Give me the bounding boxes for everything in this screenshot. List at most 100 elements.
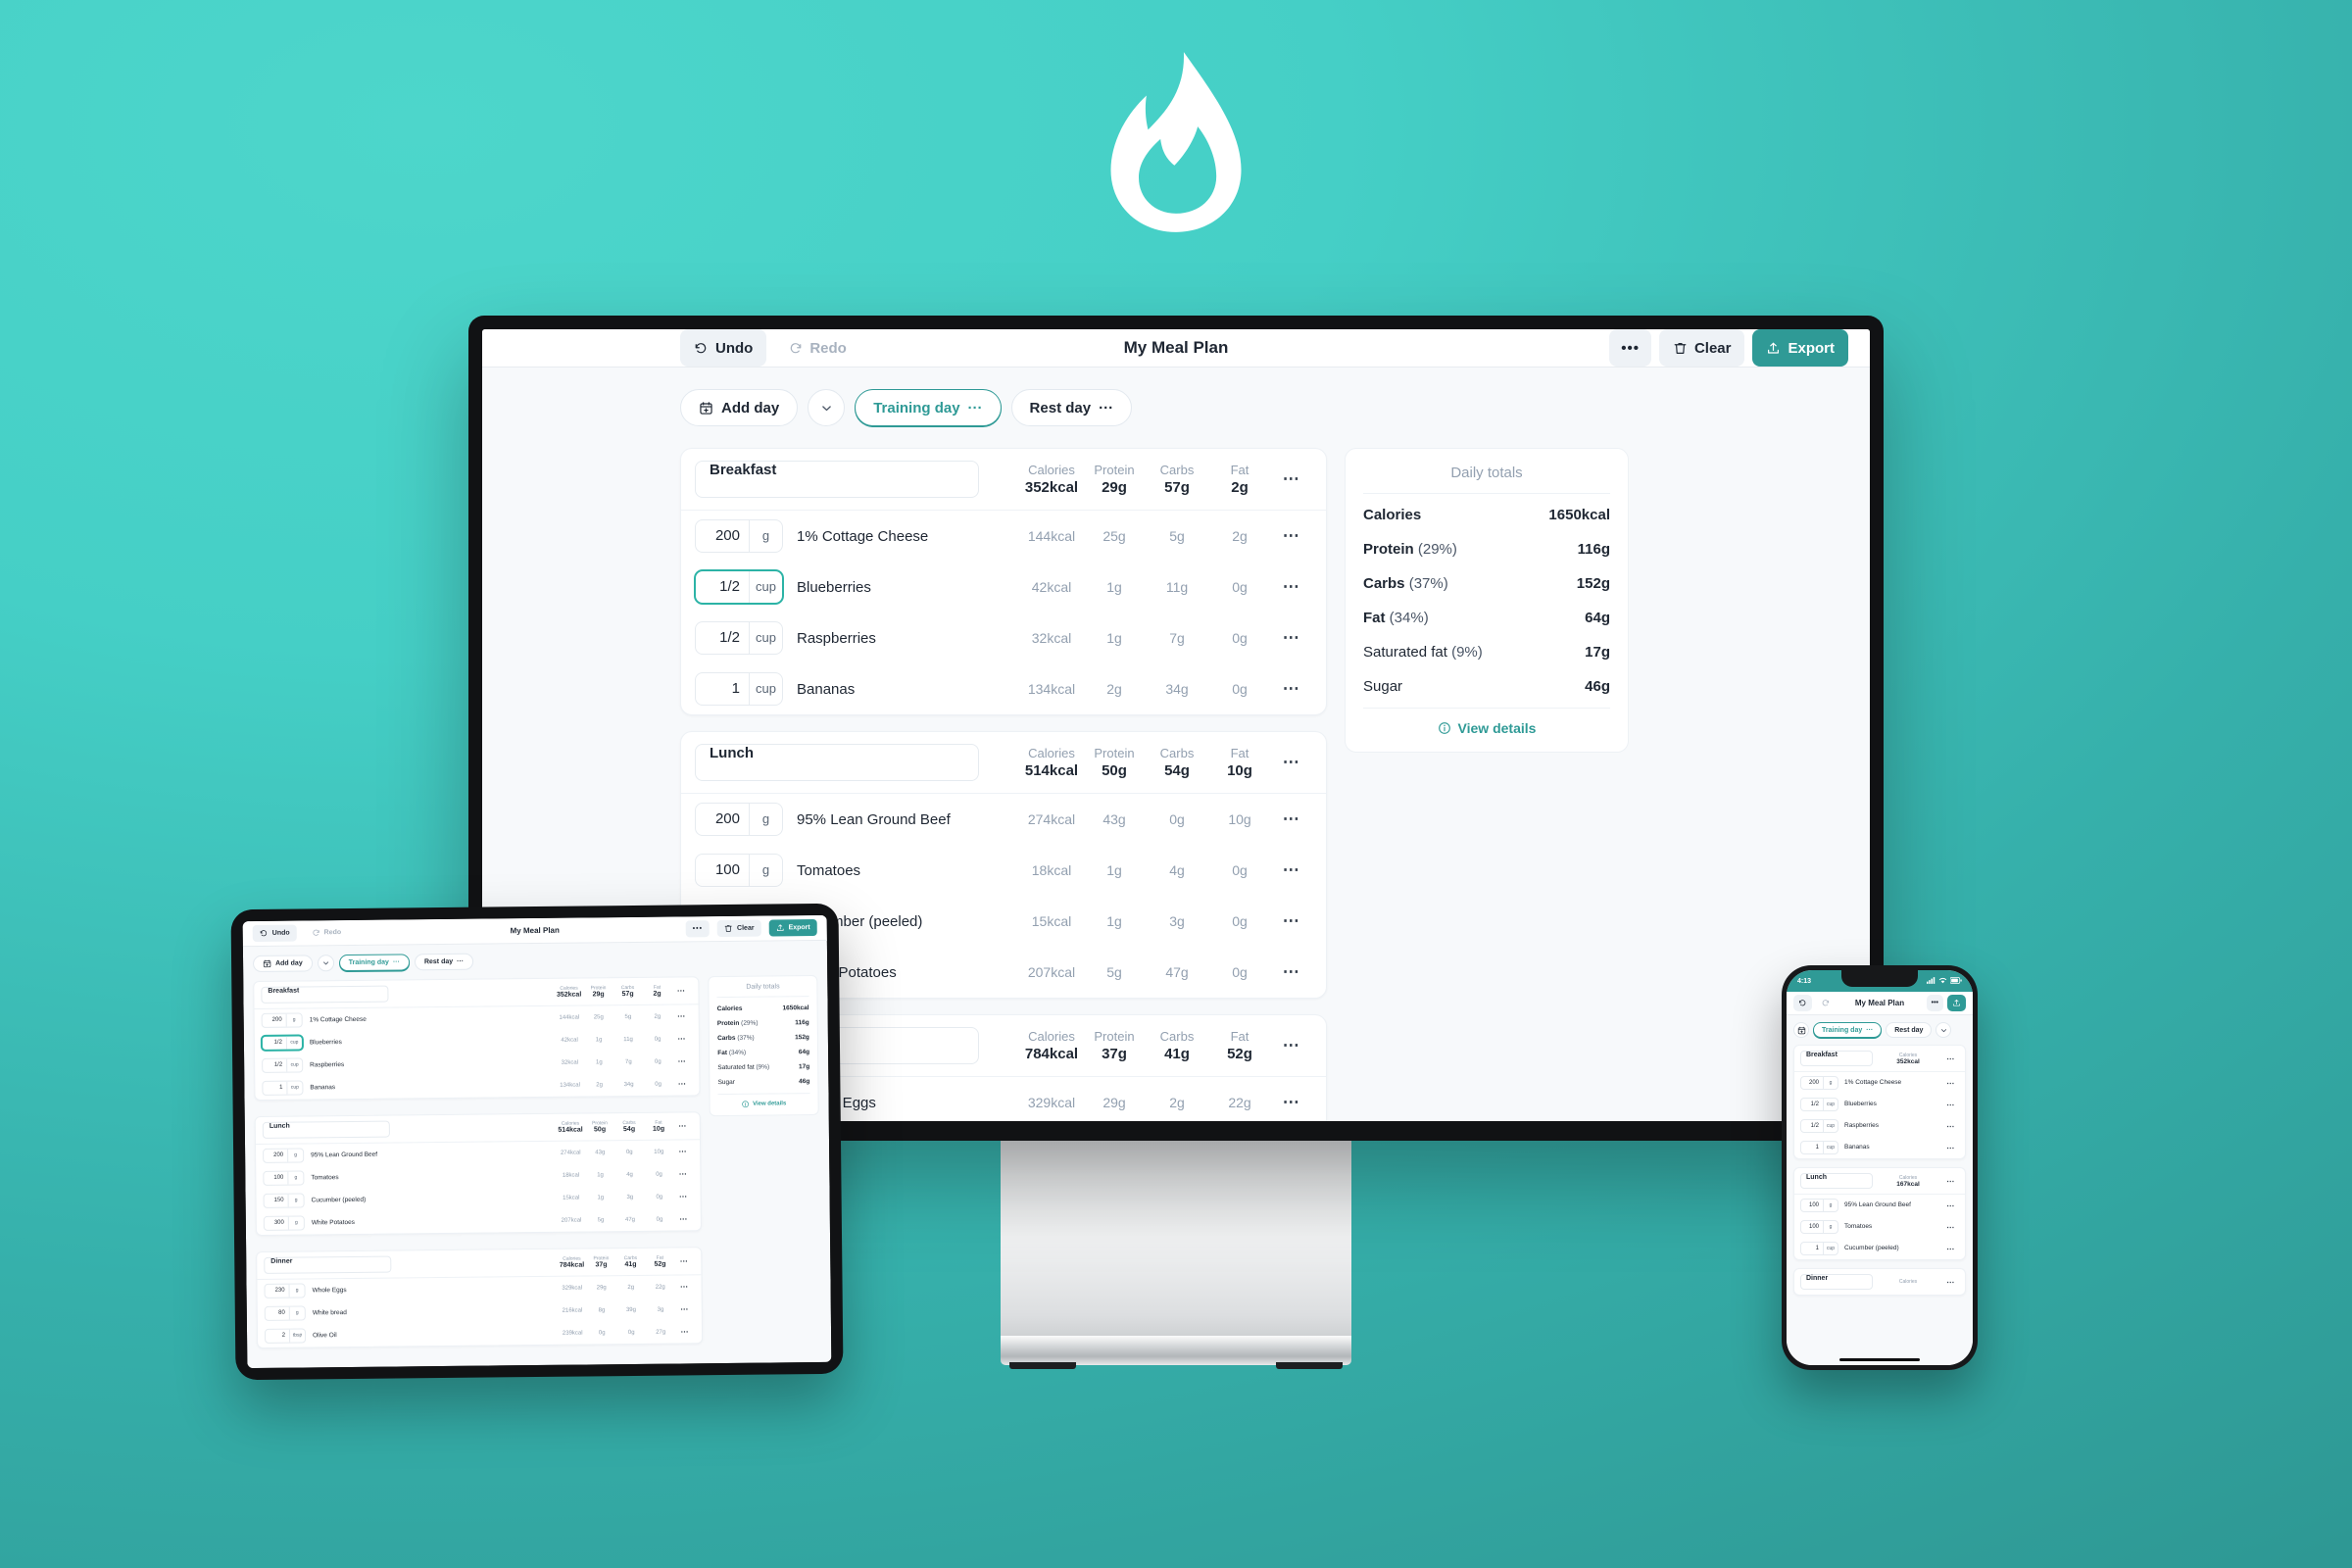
quantity-stepper[interactable]: 1/2 cup <box>695 621 783 655</box>
unit-select[interactable]: cup <box>749 571 782 603</box>
quantity-stepper[interactable]: 100 g <box>695 854 783 887</box>
food-row-menu-button[interactable]: ⋯ <box>1271 628 1312 648</box>
food-name[interactable]: Bananas <box>310 1082 555 1091</box>
quantity-input[interactable]: 1 <box>1801 1243 1823 1254</box>
quantity-input[interactable]: 80 <box>266 1307 289 1320</box>
unit-select[interactable]: tbsp <box>288 1329 306 1343</box>
food-row-menu-button[interactable]: ⋯ <box>1943 1144 1959 1152</box>
food-name[interactable]: Raspberries <box>1844 1122 1943 1130</box>
more-options-button[interactable]: ••• <box>1926 995 1943 1011</box>
meal-menu-button[interactable]: ⋯ <box>674 1256 694 1265</box>
meal-name-input[interactable]: Lunch <box>695 744 979 781</box>
add-day-button[interactable]: Add day <box>252 955 313 973</box>
add-day-dropdown-button[interactable] <box>317 955 334 972</box>
day-tab-rest-day[interactable]: Rest day <box>1886 1022 1933 1038</box>
day-tab-training-day[interactable]: Training day ··· <box>855 389 1002 426</box>
day-tab-rest-day[interactable]: Rest day ··· <box>414 953 474 971</box>
unit-select[interactable]: cup <box>285 1036 302 1050</box>
meal-menu-button[interactable]: ⋯ <box>1271 469 1312 489</box>
phone-home-indicator[interactable] <box>1839 1358 1920 1361</box>
day-tab-menu[interactable]: ··· <box>1866 1027 1873 1034</box>
meal-menu-button[interactable]: ⋯ <box>673 1121 693 1130</box>
unit-select[interactable]: g <box>749 520 782 552</box>
food-row-menu-button[interactable]: ⋯ <box>673 1147 693 1155</box>
meal-menu-button[interactable]: ⋯ <box>1271 753 1312 772</box>
meal-name-input[interactable]: Dinner <box>264 1255 392 1274</box>
unit-select[interactable]: g <box>749 804 782 835</box>
quantity-input[interactable]: 1 <box>696 673 749 705</box>
quantity-stepper[interactable]: 1 cup <box>695 672 783 706</box>
unit-select[interactable]: g <box>749 855 782 886</box>
unit-select[interactable]: g <box>1823 1077 1838 1089</box>
quantity-stepper[interactable]: 1 cup <box>1800 1141 1838 1154</box>
undo-button[interactable]: Undo <box>680 329 767 367</box>
food-row[interactable]: 1 cup Bananas 134kcal 2g 34g 0g ⋯ <box>681 663 1326 714</box>
unit-select[interactable]: cup <box>1823 1243 1838 1254</box>
quantity-input[interactable]: 300 <box>265 1217 288 1230</box>
food-row-menu-button[interactable]: ⋯ <box>675 1282 695 1291</box>
food-name[interactable]: Tomatoes <box>1844 1223 1943 1231</box>
view-details-button[interactable]: View details <box>1363 709 1610 736</box>
quantity-input[interactable]: 150 <box>265 1195 288 1207</box>
food-name[interactable]: 95% Lean Ground Beef <box>1844 1201 1943 1209</box>
food-name[interactable]: Blueberries <box>310 1037 555 1046</box>
quantity-input[interactable]: 2 <box>266 1330 289 1343</box>
quantity-stepper[interactable]: 200 g <box>695 803 783 836</box>
food-name[interactable]: 1% Cottage Cheese <box>310 1014 555 1024</box>
unit-select[interactable]: g <box>288 1306 305 1320</box>
food-row[interactable]: 1 cup Bananas ⋯ <box>1794 1137 1965 1158</box>
quantity-stepper[interactable]: 200 g <box>263 1148 305 1163</box>
food-row-menu-button[interactable]: ⋯ <box>1271 679 1312 699</box>
food-row-menu-button[interactable]: ⋯ <box>1271 526 1312 546</box>
food-row-menu-button[interactable]: ⋯ <box>674 1192 694 1200</box>
quantity-input[interactable]: 1 <box>263 1082 286 1095</box>
food-row-menu-button[interactable]: ⋯ <box>1943 1122 1959 1131</box>
quantity-input[interactable]: 1/2 <box>263 1059 286 1072</box>
food-row-menu-button[interactable]: ⋯ <box>1943 1245 1959 1253</box>
food-row-menu-button[interactable]: ⋯ <box>1271 962 1312 982</box>
food-name[interactable]: Blueberries <box>797 579 1020 596</box>
redo-button[interactable]: Redo <box>774 329 860 367</box>
quantity-stepper[interactable]: 1/2 cup <box>1800 1119 1838 1133</box>
quantity-stepper[interactable]: 80 g <box>264 1305 306 1321</box>
meal-name-input[interactable]: Breakfast <box>695 461 979 498</box>
food-name[interactable]: Tomatoes <box>311 1172 556 1181</box>
food-name[interactable]: Tomatoes <box>797 862 1020 879</box>
food-name[interactable]: 1% Cottage Cheese <box>1844 1079 1943 1087</box>
food-row[interactable]: 300 g White Potatoes 207kcal 5g 47g 0g ⋯ <box>257 1207 701 1235</box>
food-row[interactable]: 1 cup Bananas 134kcal 2g 34g 0g ⋯ <box>255 1072 699 1100</box>
unit-select[interactable]: cup <box>1823 1120 1838 1132</box>
food-row-menu-button[interactable]: ⋯ <box>1271 860 1312 880</box>
unit-select[interactable]: cup <box>286 1081 303 1095</box>
food-name[interactable]: White bread <box>313 1307 558 1316</box>
quantity-stepper[interactable]: 1 cup <box>1800 1242 1838 1255</box>
quantity-stepper[interactable]: 100 g <box>263 1170 305 1186</box>
food-row[interactable]: 200 g 1% Cottage Cheese 144kcal 25g 5g 2… <box>681 511 1326 562</box>
quantity-input[interactable]: 1/2 <box>263 1037 286 1050</box>
unit-select[interactable]: g <box>285 1013 302 1027</box>
clear-button[interactable]: Clear <box>1658 329 1745 367</box>
meal-name-input[interactable]: Lunch <box>262 1120 390 1139</box>
food-row-menu-button[interactable]: ⋯ <box>672 1056 692 1065</box>
unit-select[interactable]: g <box>287 1216 304 1230</box>
quantity-stepper[interactable]: 100 g <box>1800 1199 1838 1212</box>
food-row-menu-button[interactable]: ⋯ <box>1271 911 1312 931</box>
unit-select[interactable]: cup <box>286 1058 303 1072</box>
quantity-input[interactable]: 1/2 <box>696 622 749 654</box>
day-tab-menu[interactable]: ··· <box>457 958 464 965</box>
food-name[interactable]: Bananas <box>1844 1144 1943 1152</box>
food-row[interactable]: 200 g 95% Lean Ground Beef 274kcal 43g 0… <box>681 794 1326 845</box>
food-row[interactable]: 1/2 cup Raspberries 32kcal 1g 7g 0g ⋯ <box>681 612 1326 663</box>
quantity-stepper[interactable]: 230 g <box>264 1283 306 1298</box>
food-row-menu-button[interactable]: ⋯ <box>673 1169 693 1178</box>
export-button[interactable]: Export <box>1752 329 1848 367</box>
unit-select[interactable]: cup <box>1823 1099 1838 1110</box>
quantity-input[interactable]: 200 <box>696 804 749 835</box>
food-row[interactable]: 100 g 95% Lean Ground Beef ⋯ <box>1794 1195 1965 1216</box>
quantity-stepper[interactable]: 100 g <box>1800 1220 1838 1234</box>
food-row-menu-button[interactable]: ⋯ <box>674 1214 694 1223</box>
food-name[interactable]: Whole Eggs <box>313 1285 558 1294</box>
quantity-stepper[interactable]: 200 g <box>1800 1076 1838 1090</box>
food-row-menu-button[interactable]: ⋯ <box>1943 1201 1959 1210</box>
quantity-stepper[interactable]: 150 g <box>263 1193 305 1208</box>
